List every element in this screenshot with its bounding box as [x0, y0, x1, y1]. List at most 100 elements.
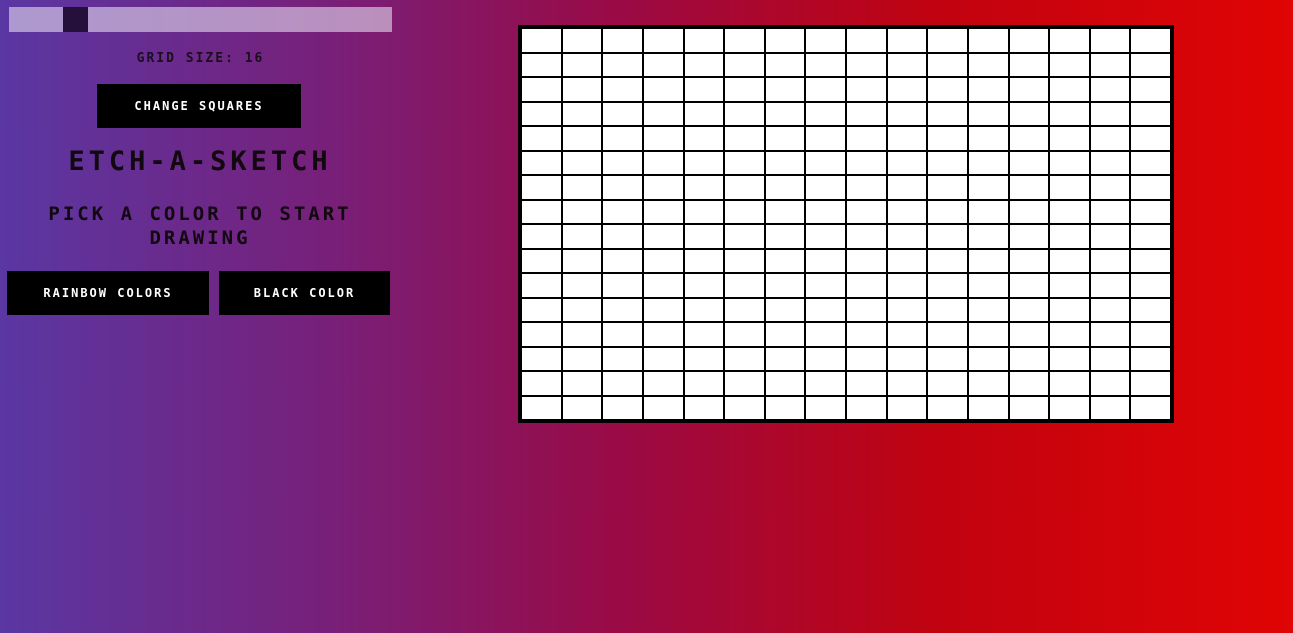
grid-cell[interactable] [968, 78, 1008, 101]
grid-cell[interactable] [562, 176, 602, 199]
grid-cell[interactable] [1050, 225, 1089, 248]
grid-cell[interactable] [1090, 372, 1130, 395]
grid-cell[interactable] [1009, 274, 1049, 297]
grid-cell[interactable] [725, 78, 764, 101]
grid-cell[interactable] [968, 396, 1008, 419]
grid-cell[interactable] [847, 396, 886, 419]
grid-cell[interactable] [1131, 225, 1170, 248]
grid-cell[interactable] [725, 29, 764, 52]
grid-cell[interactable] [847, 323, 886, 346]
grid-cell[interactable] [765, 323, 805, 346]
grid-cell[interactable] [968, 372, 1008, 395]
grid-cell[interactable] [806, 347, 845, 370]
grid-cell[interactable] [765, 127, 805, 150]
grid-cell[interactable] [968, 102, 1008, 125]
grid-cell[interactable] [643, 29, 683, 52]
grid-cell[interactable] [1009, 372, 1049, 395]
grid-cell[interactable] [725, 372, 764, 395]
grid-cell[interactable] [643, 200, 683, 223]
grid-cell[interactable] [847, 274, 886, 297]
grid-cell[interactable] [1009, 127, 1049, 150]
grid-cell[interactable] [725, 102, 764, 125]
grid-cell[interactable] [522, 151, 561, 174]
grid-cell[interactable] [1131, 298, 1170, 321]
grid-cell[interactable] [928, 323, 967, 346]
grid-cell[interactable] [522, 274, 561, 297]
grid-cell[interactable] [603, 102, 642, 125]
grid-cell[interactable] [928, 249, 967, 272]
grid-cell[interactable] [887, 396, 927, 419]
grid-cell[interactable] [522, 372, 561, 395]
grid-cell[interactable] [643, 225, 683, 248]
grid-cell[interactable] [522, 347, 561, 370]
grid-cell[interactable] [1131, 102, 1170, 125]
grid-cell[interactable] [522, 53, 561, 76]
grid-cell[interactable] [643, 249, 683, 272]
grid-cell[interactable] [1131, 78, 1170, 101]
grid-cell[interactable] [928, 274, 967, 297]
grid-cell[interactable] [1009, 78, 1049, 101]
grid-cell[interactable] [603, 347, 642, 370]
grid-cell[interactable] [765, 372, 805, 395]
grid-cell[interactable] [1131, 176, 1170, 199]
grid-cell[interactable] [643, 78, 683, 101]
grid-cell[interactable] [603, 127, 642, 150]
grid-cell[interactable] [562, 372, 602, 395]
grid-cell[interactable] [684, 127, 724, 150]
grid-cell[interactable] [1050, 200, 1089, 223]
grid-cell[interactable] [968, 274, 1008, 297]
grid-cell[interactable] [1009, 249, 1049, 272]
grid-cell[interactable] [725, 176, 764, 199]
grid-cell[interactable] [968, 323, 1008, 346]
grid-cell[interactable] [847, 78, 886, 101]
grid-cell[interactable] [562, 274, 602, 297]
grid-cell[interactable] [928, 29, 967, 52]
grid-cell[interactable] [1009, 53, 1049, 76]
grid-cell[interactable] [603, 298, 642, 321]
grid-cell[interactable] [765, 274, 805, 297]
grid-cell[interactable] [562, 347, 602, 370]
grid-cell[interactable] [1131, 372, 1170, 395]
grid-cell[interactable] [1090, 200, 1130, 223]
grid-cell[interactable] [765, 225, 805, 248]
grid-cell[interactable] [603, 53, 642, 76]
grid-cell[interactable] [968, 200, 1008, 223]
grid-cell[interactable] [1131, 274, 1170, 297]
grid-cell[interactable] [684, 78, 724, 101]
grid-cell[interactable] [765, 102, 805, 125]
grid-cell[interactable] [1009, 298, 1049, 321]
grid-cell[interactable] [765, 396, 805, 419]
grid-cell[interactable] [765, 176, 805, 199]
grid-cell[interactable] [887, 372, 927, 395]
grid-cell[interactable] [806, 200, 845, 223]
grid-cell[interactable] [887, 53, 927, 76]
grid-cell[interactable] [806, 127, 845, 150]
grid-cell[interactable] [806, 396, 845, 419]
grid-cell[interactable] [806, 372, 845, 395]
grid-cell[interactable] [1131, 323, 1170, 346]
grid-cell[interactable] [1090, 225, 1130, 248]
grid-cell[interactable] [603, 249, 642, 272]
grid-cell[interactable] [643, 347, 683, 370]
grid-cell[interactable] [1131, 29, 1170, 52]
grid-cell[interactable] [847, 176, 886, 199]
grid-cell[interactable] [847, 29, 886, 52]
grid-cell[interactable] [1090, 102, 1130, 125]
grid-cell[interactable] [806, 78, 845, 101]
grid-cell[interactable] [684, 249, 724, 272]
grid-cell[interactable] [522, 323, 561, 346]
grid-cell[interactable] [968, 225, 1008, 248]
grid-cell[interactable] [684, 151, 724, 174]
sketch-grid[interactable] [518, 25, 1174, 423]
grid-cell[interactable] [847, 249, 886, 272]
grid-cell[interactable] [1050, 78, 1089, 101]
grid-cell[interactable] [522, 225, 561, 248]
grid-cell[interactable] [684, 298, 724, 321]
grid-cell[interactable] [522, 127, 561, 150]
grid-cell[interactable] [1009, 176, 1049, 199]
grid-cell[interactable] [1009, 323, 1049, 346]
grid-cell[interactable] [643, 151, 683, 174]
grid-cell[interactable] [928, 102, 967, 125]
grid-cell[interactable] [1050, 372, 1089, 395]
grid-cell[interactable] [684, 323, 724, 346]
